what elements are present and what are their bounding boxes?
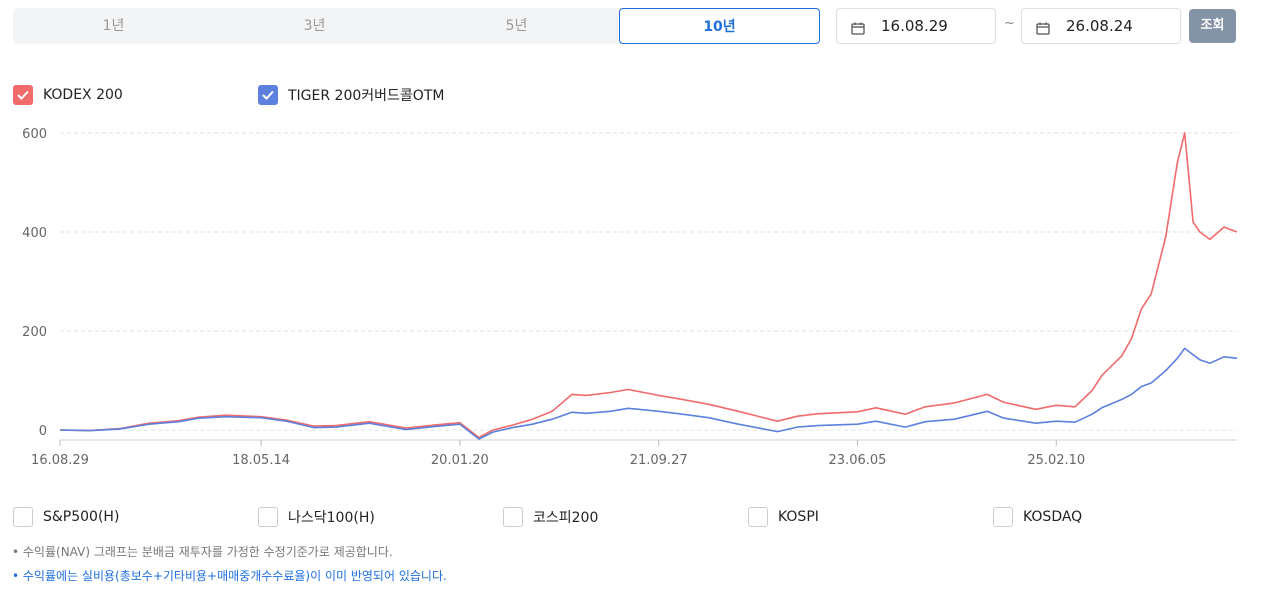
x-tick-label: 25.02.10 [1027,453,1085,468]
benchmark-kospi[interactable]: KOSPI [748,506,819,528]
checkbox-icon[interactable] [748,507,768,527]
benchmark-kosdaq[interactable]: KOSDAQ [993,506,1082,528]
x-tick-label: 18.05.14 [232,453,290,468]
checkbox-checked-icon[interactable] [13,85,33,105]
search-button[interactable]: 조회 [1189,9,1236,43]
y-tick-label: 200 [22,325,47,340]
y-tick-label: 400 [22,226,47,241]
note-nav: • 수익률(NAV) 그래프는 분배금 재투자를 가정한 수정기준가로 제공합니… [12,545,393,559]
calendar-icon [1036,20,1050,39]
benchmark-label: 나스닥100(H) [288,510,375,526]
legend-item-tiger200[interactable]: TIGER 200커버드콜OTM [258,84,444,106]
series-line-kodex200 [59,132,1238,439]
benchmark-label: S&P500(H) [43,509,120,525]
x-tick-label: 21.09.27 [630,453,688,468]
checkbox-icon[interactable] [993,507,1013,527]
tab-1y[interactable]: 1년 [13,8,214,44]
x-tick-label: 20.01.20 [431,453,489,468]
calendar-icon [851,20,865,39]
start-date-value: 16.08.29 [881,17,948,35]
date-separator: ~ [1004,16,1015,31]
legend-label: TIGER 200커버드콜OTM [288,88,445,104]
x-tick-label: 23.06.05 [829,453,887,468]
y-tick-label: 0 [39,424,47,439]
checkbox-icon[interactable] [13,507,33,527]
benchmark-label: 코스피200 [533,510,599,526]
legend-item-kodex200[interactable]: KODEX 200 [13,84,123,106]
benchmark-nasdaq100[interactable]: 나스닥100(H) [258,506,375,528]
start-date-field[interactable]: 16.08.29 [836,8,996,44]
checkbox-icon[interactable] [258,507,278,527]
checkbox-checked-icon[interactable] [258,85,278,105]
benchmark-sp500[interactable]: S&P500(H) [13,506,119,528]
period-tab-bar: 1년 3년 5년 10년 [13,8,820,44]
y-tick-label: 600 [22,127,47,142]
checkbox-icon[interactable] [503,507,523,527]
tab-5y[interactable]: 5년 [416,8,617,44]
tab-3y[interactable]: 3년 [214,8,415,44]
benchmark-label: KOSDAQ [1023,509,1083,525]
note-fees: • 수익률에는 실비용(총보수+기타비용+매매중개수수료율)이 이미 반영되어 … [12,569,447,583]
benchmark-kospi200[interactable]: 코스피200 [503,506,598,528]
return-line-chart: 0 200 400 600 16.08.29 18.05.14 20.01.20 21.09.… [22,127,1238,468]
end-date-field[interactable]: 26.08.24 [1021,8,1181,44]
legend-label: KODEX 200 [43,87,123,103]
end-date-value: 26.08.24 [1066,17,1133,35]
tab-10y[interactable]: 10년 [619,8,820,44]
benchmark-label: KOSPI [778,509,819,525]
x-tick-label: 16.08.29 [31,453,89,468]
